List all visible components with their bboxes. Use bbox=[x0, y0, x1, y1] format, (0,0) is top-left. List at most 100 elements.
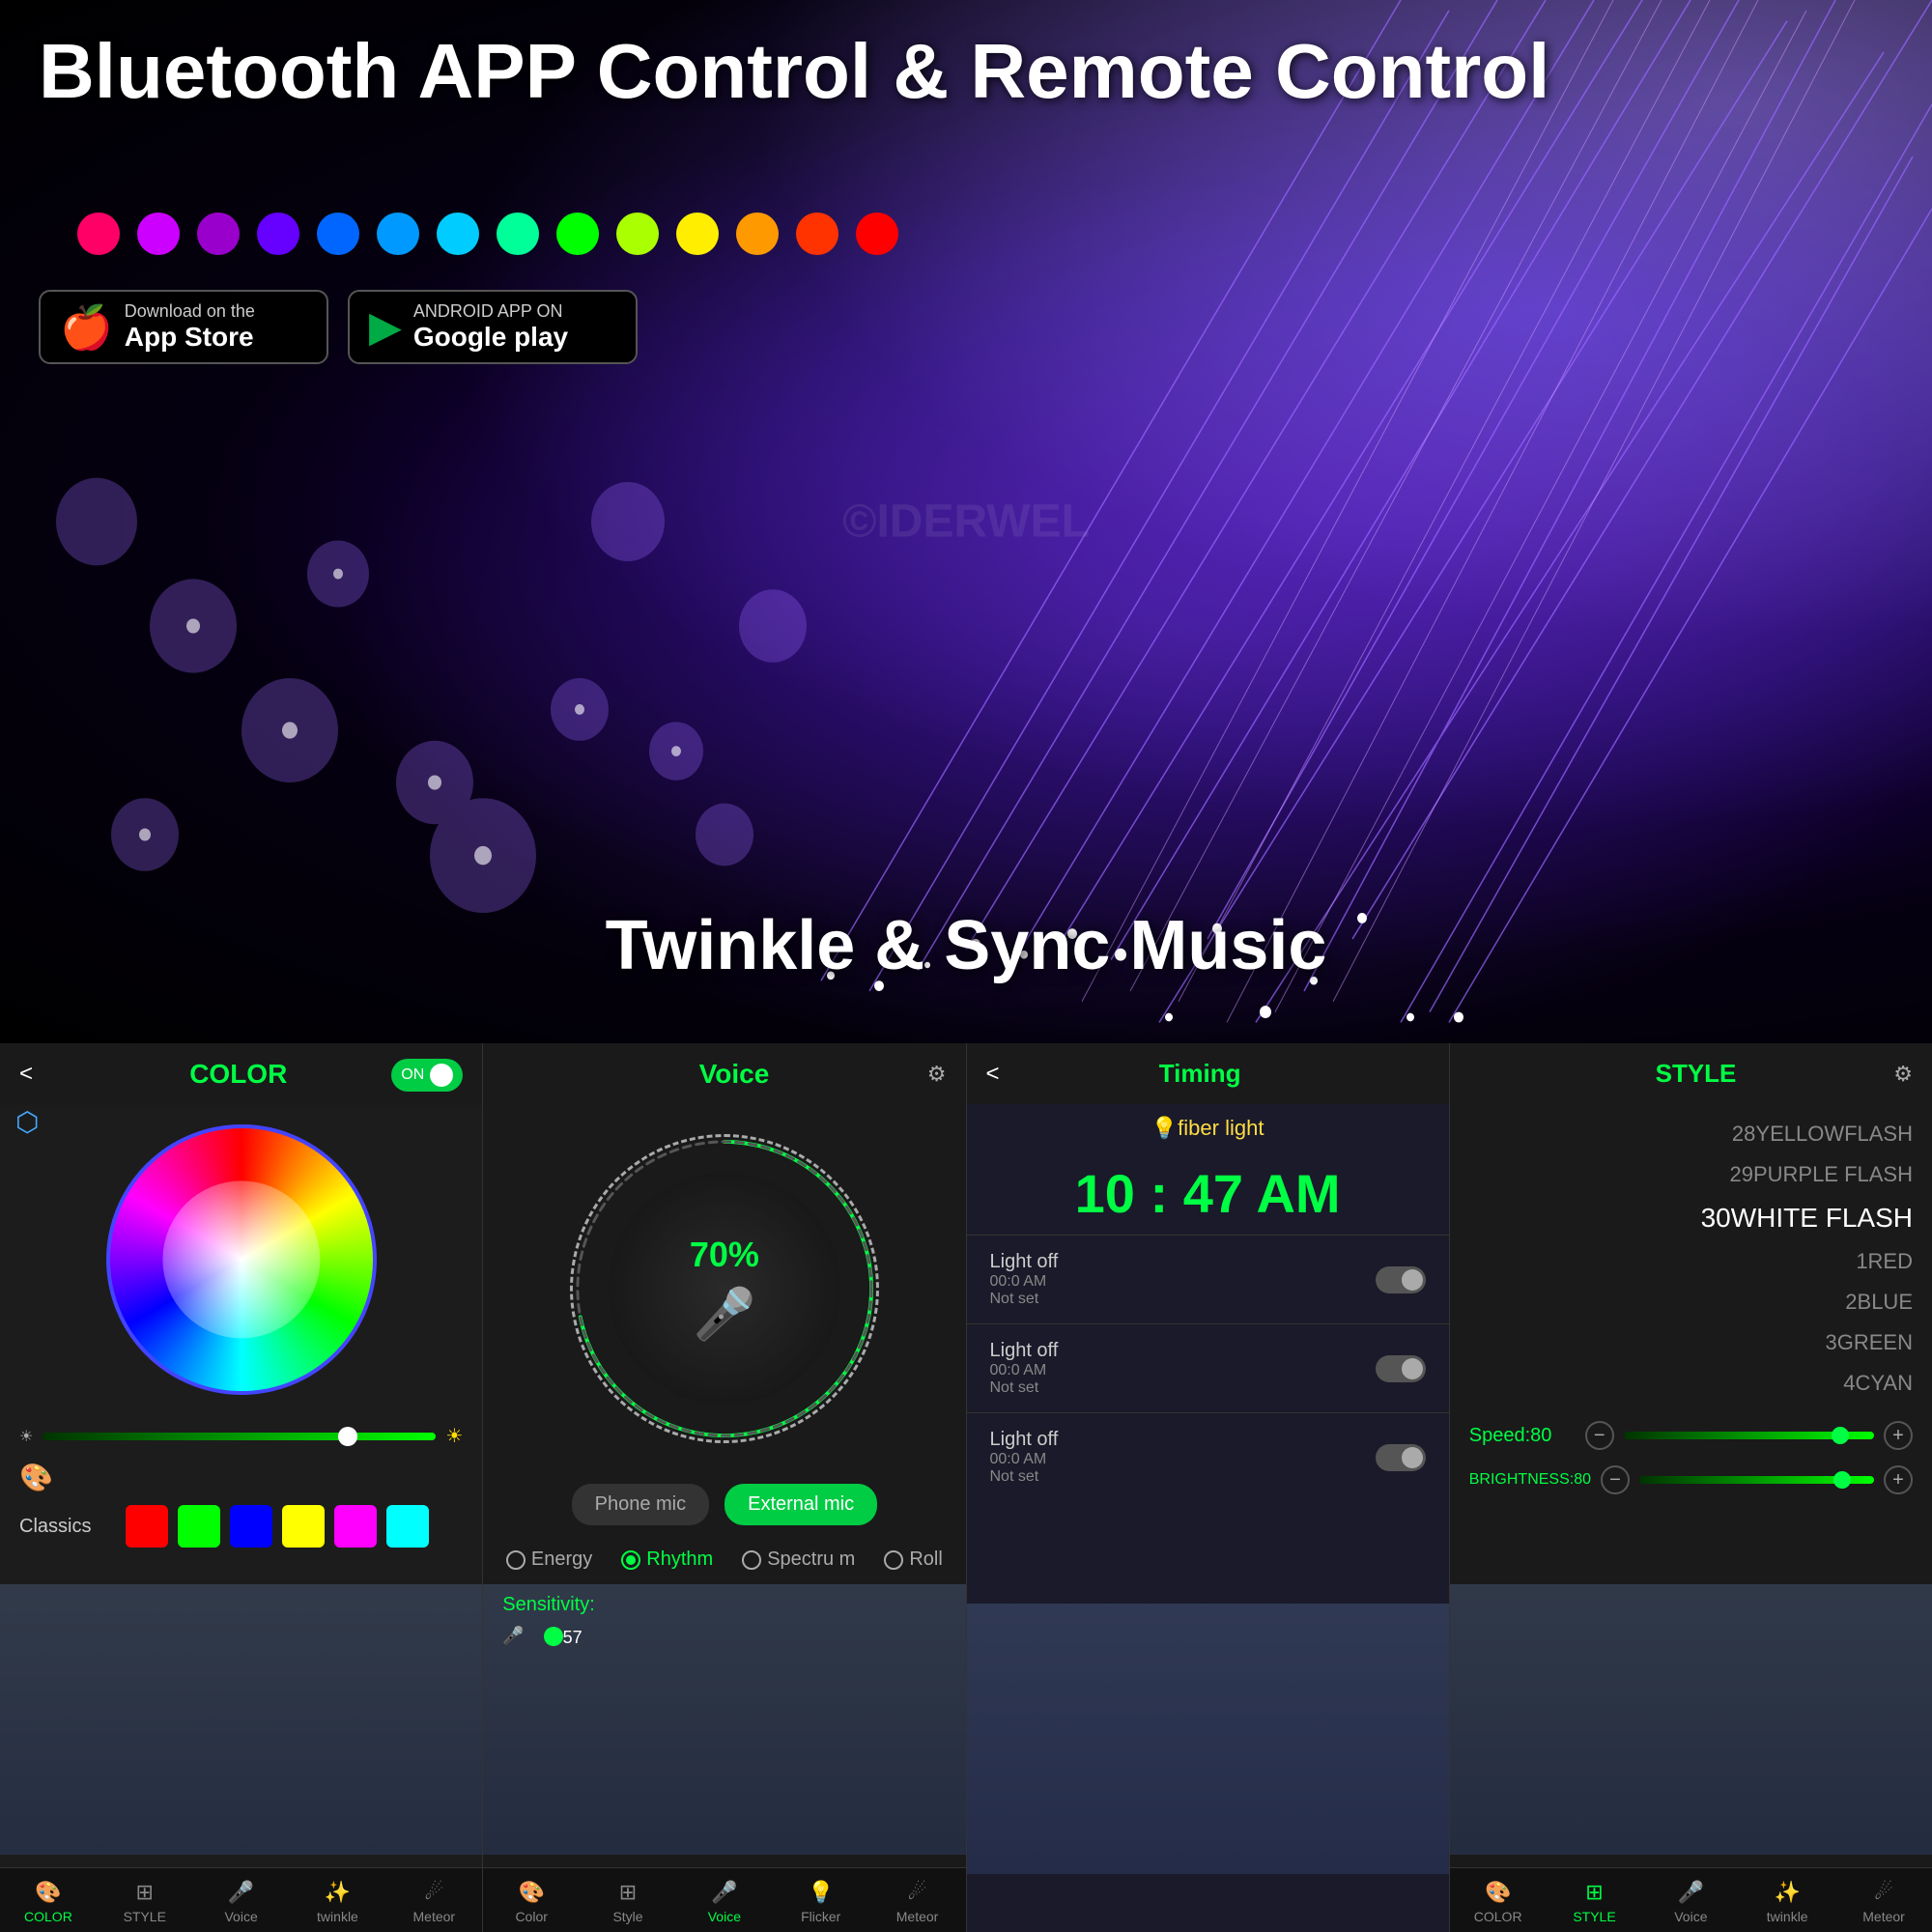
panel1-cloud-bg bbox=[0, 1584, 482, 1855]
timing-panel-title: Timing bbox=[1000, 1059, 1401, 1089]
speed-label: Speed:80 bbox=[1469, 1425, 1576, 1447]
nav-color-icon: 🎨 bbox=[35, 1880, 61, 1905]
voice-circle-wrapper: 70% 🎤 bbox=[483, 1105, 965, 1472]
nav-meteor[interactable]: ☄ Meteor bbox=[385, 1880, 482, 1924]
timing-back-btn[interactable]: < bbox=[986, 1061, 1000, 1088]
color-dot-blue bbox=[317, 213, 359, 255]
timing-toggle-3[interactable] bbox=[1376, 1444, 1426, 1471]
style-nav-twinkle-icon: ✨ bbox=[1775, 1880, 1801, 1905]
style-item-6[interactable]: 3GREEN bbox=[1469, 1322, 1913, 1363]
style-item-1[interactable]: 28YELLOWFLASH bbox=[1469, 1114, 1913, 1154]
timing-row-1: Light off 00:0 AM Not set bbox=[967, 1235, 1449, 1323]
swatch-yellow[interactable] bbox=[282, 1505, 325, 1548]
voice-nav-voice[interactable]: 🎤 Voice bbox=[676, 1880, 773, 1924]
timing-label-3: Light off bbox=[990, 1429, 1059, 1451]
timing-note-1: Not set bbox=[990, 1291, 1059, 1308]
toggle-circle bbox=[430, 1064, 453, 1087]
timing-panel-header: < Timing bbox=[967, 1043, 1449, 1104]
nav-twinkle[interactable]: ✨ twinkle bbox=[290, 1880, 386, 1924]
brightness-plus-btn[interactable]: + bbox=[1884, 1465, 1913, 1494]
swatch-magenta[interactable] bbox=[334, 1505, 377, 1548]
style-nav-meteor[interactable]: ☄ Meteor bbox=[1835, 1880, 1932, 1924]
ios-badge[interactable]: 🍎 Download on the App Store bbox=[39, 290, 328, 364]
style-bottom-nav: 🎨 COLOR ⊞ STYLE 🎤 Voice ✨ twinkle ☄ Mete… bbox=[1450, 1867, 1932, 1932]
color-wheel-container bbox=[0, 1105, 482, 1414]
mode-rhythm[interactable]: Rhythm bbox=[621, 1548, 713, 1571]
speed-plus-btn[interactable]: + bbox=[1884, 1421, 1913, 1450]
timing-info-1: Light off 00:0 AM Not set bbox=[990, 1251, 1059, 1308]
voice-nav-flicker[interactable]: 💡 Flicker bbox=[773, 1880, 869, 1924]
style-nav-color[interactable]: 🎨 COLOR bbox=[1450, 1880, 1547, 1924]
mode-roll[interactable]: Roll bbox=[884, 1548, 942, 1571]
color-wheel[interactable] bbox=[106, 1124, 377, 1395]
style-nav-style[interactable]: ⊞ STYLE bbox=[1547, 1880, 1643, 1924]
sensitivity-row: Sensitivity: 🎤 57 bbox=[483, 1582, 965, 1660]
nav-style-label: STYLE bbox=[124, 1909, 166, 1924]
mode-row: Energy Rhythm Spectru m Roll bbox=[483, 1537, 965, 1582]
speed-track[interactable] bbox=[1624, 1432, 1874, 1439]
color-toggle[interactable]: ON bbox=[391, 1059, 463, 1092]
brightness-style-track[interactable] bbox=[1639, 1476, 1874, 1484]
nav-color[interactable]: 🎨 COLOR bbox=[0, 1880, 97, 1924]
external-mic-btn[interactable]: External mic bbox=[724, 1484, 877, 1525]
style-item-7[interactable]: 4CYAN bbox=[1469, 1363, 1913, 1404]
style-item-4[interactable]: 1RED bbox=[1469, 1241, 1913, 1282]
style-nav-voice[interactable]: 🎤 Voice bbox=[1642, 1880, 1739, 1924]
style-item-5[interactable]: 2BLUE bbox=[1469, 1282, 1913, 1322]
voice-settings-icon[interactable]: ⚙ bbox=[927, 1062, 947, 1087]
style-nav-twinkle[interactable]: ✨ twinkle bbox=[1739, 1880, 1835, 1924]
style-panel: STYLE ⚙ 28YELLOWFLASH 29PURPLE FLASH 30W… bbox=[1450, 1043, 1932, 1932]
mode-spectrum[interactable]: Spectru m bbox=[742, 1548, 855, 1571]
spectrum-radio bbox=[742, 1550, 761, 1570]
timing-toggle-circle-2 bbox=[1402, 1358, 1423, 1379]
swatch-red[interactable] bbox=[126, 1505, 168, 1548]
style-nav-style-label: STYLE bbox=[1573, 1909, 1615, 1924]
voice-dashes-svg bbox=[573, 1137, 876, 1440]
sensitivity-thumb bbox=[544, 1627, 563, 1646]
brightness-style-label: BRIGHTNESS:80 bbox=[1469, 1471, 1591, 1489]
brightness-minus-btn[interactable]: − bbox=[1601, 1465, 1630, 1494]
roll-radio bbox=[884, 1550, 903, 1570]
mode-energy[interactable]: Energy bbox=[506, 1548, 592, 1571]
voice-nav-color[interactable]: 🎨 Color bbox=[483, 1880, 580, 1924]
swatch-blue[interactable] bbox=[230, 1505, 272, 1548]
voice-nav-meteor[interactable]: ☄ Meteor bbox=[869, 1880, 966, 1924]
color-dot-purple bbox=[137, 213, 180, 255]
color-back-btn[interactable]: < bbox=[19, 1061, 33, 1088]
voice-nav-style[interactable]: ⊞ Style bbox=[580, 1880, 676, 1924]
sensitivity-value: 57 bbox=[563, 1628, 582, 1648]
timing-row-3: Light off 00:0 AM Not set bbox=[967, 1412, 1449, 1501]
sun-small-icon: ☀ bbox=[19, 1427, 33, 1446]
timing-label-2: Light off bbox=[990, 1340, 1059, 1362]
nav-voice[interactable]: 🎤 Voice bbox=[193, 1880, 290, 1924]
color-dot-pink bbox=[77, 213, 120, 255]
timing-label-1: Light off bbox=[990, 1251, 1059, 1273]
android-badge[interactable]: ▶ ANDROID APP ON Google play bbox=[348, 290, 638, 364]
brightness-track[interactable] bbox=[43, 1433, 436, 1440]
nav-style[interactable]: ⊞ STYLE bbox=[97, 1880, 193, 1924]
style-settings-icon[interactable]: ⚙ bbox=[1893, 1062, 1913, 1087]
bluetooth-icon: ⬡ bbox=[15, 1106, 39, 1138]
nav-meteor-icon: ☄ bbox=[424, 1880, 443, 1905]
style-nav-twinkle-label: twinkle bbox=[1767, 1909, 1808, 1924]
color-dots-row bbox=[77, 213, 898, 255]
nav-color-label: COLOR bbox=[24, 1909, 72, 1924]
sun-large-icon: ☀ bbox=[445, 1424, 463, 1448]
timing-note-2: Not set bbox=[990, 1379, 1059, 1397]
timing-note-3: Not set bbox=[990, 1468, 1059, 1486]
color-dot-violet bbox=[197, 213, 240, 255]
android-badge-line2: Google play bbox=[413, 322, 568, 353]
apple-icon: 🍎 bbox=[60, 302, 113, 353]
style-item-3[interactable]: 30WHITE FLASH bbox=[1469, 1195, 1913, 1241]
style-item-2[interactable]: 29PURPLE FLASH bbox=[1469, 1154, 1913, 1195]
sensitivity-label: Sensitivity: bbox=[502, 1594, 946, 1616]
rhythm-label: Rhythm bbox=[646, 1548, 713, 1571]
timing-toggle-2[interactable] bbox=[1376, 1355, 1426, 1382]
swatch-cyan[interactable] bbox=[386, 1505, 429, 1548]
phone-mic-btn[interactable]: Phone mic bbox=[572, 1484, 710, 1525]
classics-label: Classics bbox=[19, 1516, 116, 1538]
speed-minus-btn[interactable]: − bbox=[1585, 1421, 1614, 1450]
panel4-cloud-bg bbox=[1450, 1584, 1932, 1855]
timing-toggle-1[interactable] bbox=[1376, 1266, 1426, 1293]
swatch-green[interactable] bbox=[178, 1505, 220, 1548]
